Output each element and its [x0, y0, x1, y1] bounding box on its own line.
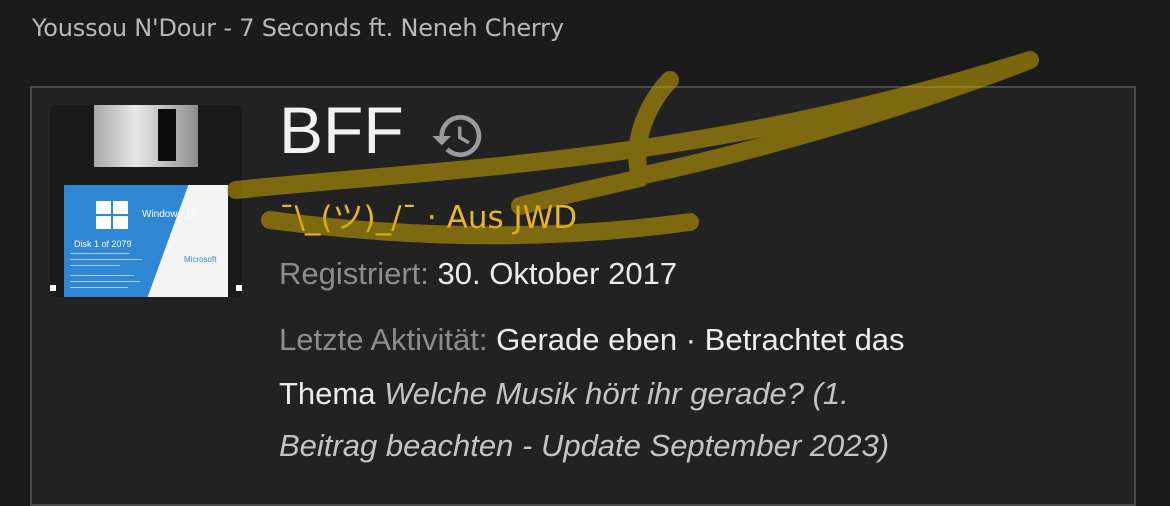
registered-value: 30. Oktober 2017 [437, 256, 678, 291]
activity-label: Letzte Aktivität: [279, 322, 488, 357]
history-icon[interactable] [430, 108, 486, 164]
floppy-label: Windows 10 Disk 1 of 2079 Microsoft [64, 185, 228, 297]
windows-logo-icon [96, 201, 130, 231]
activity-row-3: Beitrag beachten - Update September 2023… [279, 428, 889, 464]
username[interactable]: BFF [279, 92, 404, 168]
activity-topic-link[interactable]: Welche Musik hört ihr gerade? (1. [384, 376, 849, 411]
floppy-shutter [94, 105, 198, 167]
label-title: Windows 10 [142, 209, 197, 220]
activity-value: Gerade eben · Betrachtet das [496, 322, 905, 357]
activity-row-2: Thema Welche Musik hört ihr gerade? (1. [279, 376, 849, 412]
user-title: ¯\_(ツ)_/¯ · Aus JWD [279, 200, 578, 236]
label-disk: Disk 1 of 2079 [74, 239, 132, 249]
registered-label: Registriert: [279, 256, 429, 291]
activity-topic-link-2[interactable]: Beitrag beachten - Update September 2023… [279, 428, 889, 463]
label-brand: Microsoft [184, 255, 217, 264]
now-playing-title: Youssou N'Dour - 7 Seconds ft. Neneh Che… [32, 14, 564, 42]
avatar[interactable]: Windows 10 Disk 1 of 2079 Microsoft [50, 105, 242, 297]
registered-row: Registriert: 30. Oktober 2017 [279, 256, 677, 292]
activity-value-2: Thema [279, 376, 376, 411]
activity-row: Letzte Aktivität: Gerade eben · Betracht… [279, 322, 905, 358]
